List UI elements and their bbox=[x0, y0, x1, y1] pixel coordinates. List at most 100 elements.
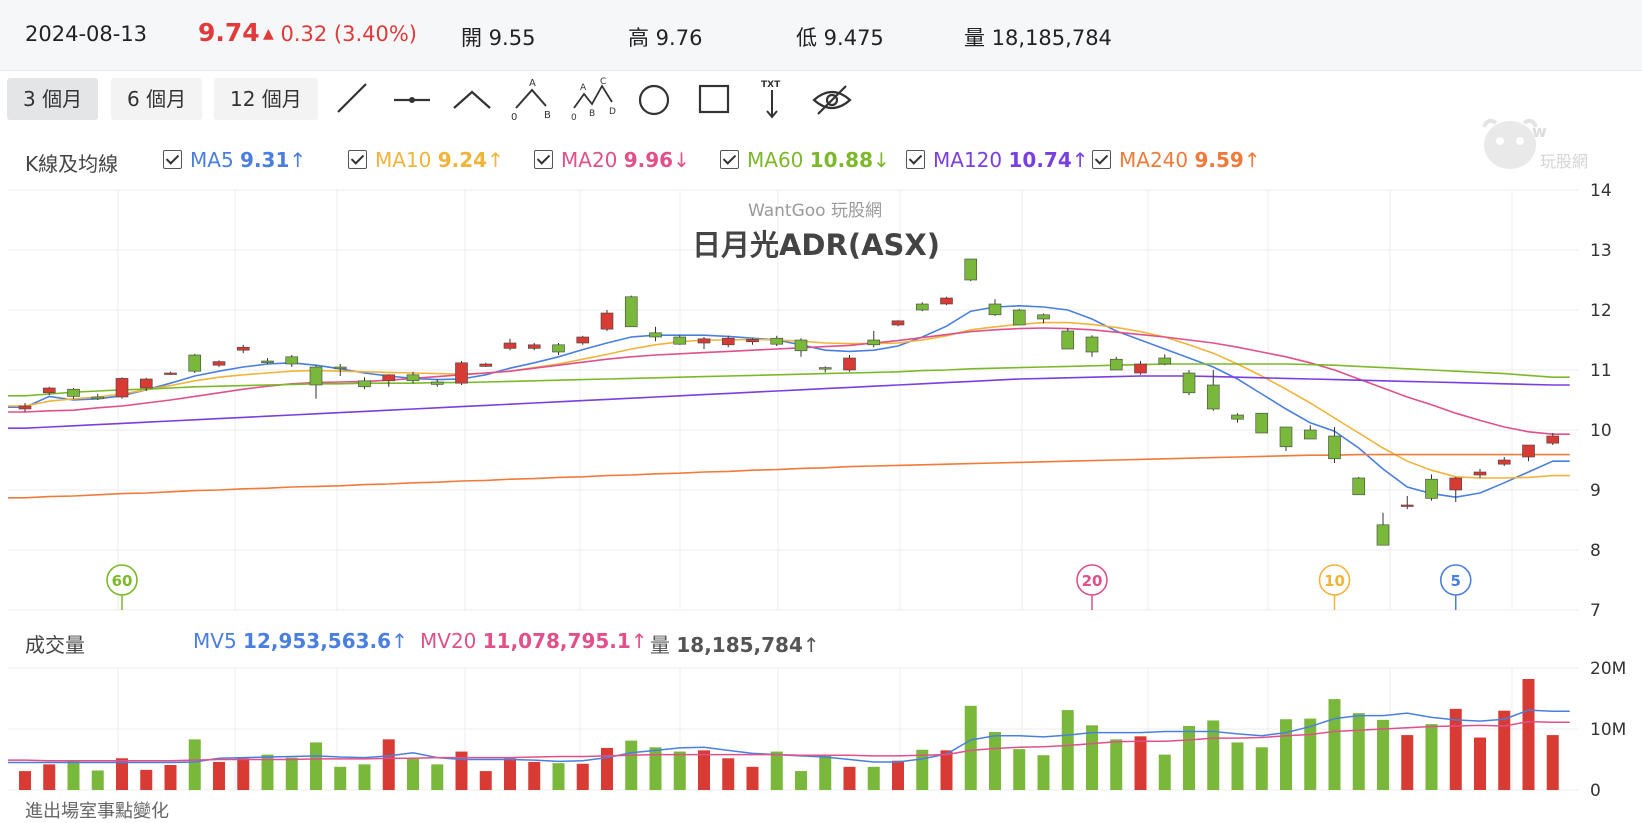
volume-bar bbox=[528, 761, 541, 790]
candle-body bbox=[552, 344, 565, 353]
volume-bar bbox=[722, 758, 735, 790]
volume-bar bbox=[1328, 699, 1341, 790]
volume-bar bbox=[188, 739, 201, 790]
candle-body bbox=[115, 378, 129, 398]
candle bbox=[1061, 328, 1075, 350]
price-tick-label: 8 bbox=[1590, 541, 1601, 561]
candle bbox=[67, 388, 80, 399]
candle-body bbox=[1231, 414, 1244, 420]
price-tick-label: 10 bbox=[1590, 421, 1612, 441]
candle-body bbox=[1449, 477, 1463, 491]
candle-body bbox=[1134, 363, 1147, 374]
mv5-label: MV5 bbox=[193, 629, 237, 653]
candle bbox=[285, 355, 299, 367]
candle bbox=[1449, 476, 1463, 502]
candle-body bbox=[382, 374, 396, 382]
candle bbox=[867, 331, 881, 348]
marker-label: 60 bbox=[112, 572, 133, 590]
volume-legend-title: 成交量 bbox=[25, 633, 85, 657]
volume-bar bbox=[1231, 742, 1244, 790]
candle-body bbox=[164, 372, 177, 375]
volume-bar bbox=[431, 764, 444, 790]
mv5-value: 12,953,563.6 bbox=[243, 629, 392, 653]
volume-bar bbox=[576, 763, 589, 790]
candle bbox=[382, 374, 396, 387]
candle bbox=[552, 343, 565, 355]
volume-bar bbox=[91, 770, 104, 790]
candle bbox=[891, 320, 905, 327]
price-tick-label: 9 bbox=[1590, 481, 1601, 501]
candle bbox=[455, 361, 468, 385]
volume-bar bbox=[819, 755, 832, 790]
candle bbox=[746, 338, 759, 345]
volume-bar bbox=[1255, 747, 1268, 790]
volume-bar bbox=[1401, 735, 1414, 790]
candle bbox=[1522, 444, 1535, 462]
volume-bar bbox=[1474, 737, 1486, 790]
candle bbox=[600, 310, 614, 331]
price-tick-label: 13 bbox=[1590, 241, 1612, 261]
candle-body bbox=[649, 332, 662, 338]
ma-lines bbox=[8, 304, 1570, 499]
candle-body bbox=[1376, 524, 1390, 546]
candle-body bbox=[1061, 330, 1075, 350]
volume-bar bbox=[1183, 725, 1195, 790]
candle-body bbox=[867, 339, 881, 346]
volume-tick-label: 20M bbox=[1590, 659, 1626, 679]
candle bbox=[649, 326, 662, 342]
mv20-legend-item: MV20 11,078,795.1↑ bbox=[420, 629, 648, 653]
volume-legend: 成交量 MV5 12,953,563.6↑ MV20 11,078,795.1↑… bbox=[0, 625, 1642, 659]
volume-bar bbox=[479, 771, 492, 790]
volume-bar bbox=[382, 739, 395, 790]
marker-label: 5 bbox=[1451, 572, 1461, 590]
chart-title: 日月光ADR(ASX) bbox=[691, 228, 941, 262]
candle-body bbox=[1328, 435, 1341, 460]
volume-bar bbox=[1013, 749, 1026, 790]
candle-body bbox=[455, 362, 468, 384]
candle bbox=[1400, 496, 1414, 510]
volume-bar bbox=[504, 758, 516, 790]
candle-body bbox=[1352, 477, 1366, 496]
candle-body bbox=[794, 339, 808, 352]
candle-body bbox=[843, 357, 856, 371]
candle-body bbox=[770, 337, 784, 345]
volume-bar bbox=[552, 763, 565, 790]
volume-bar bbox=[940, 750, 953, 790]
candle-body bbox=[1012, 309, 1026, 326]
candle bbox=[1109, 356, 1123, 371]
candle-body bbox=[358, 380, 371, 388]
candle-body bbox=[212, 361, 226, 366]
mv20-label: MV20 bbox=[420, 629, 477, 653]
candle bbox=[1085, 335, 1099, 357]
volume-bar bbox=[964, 705, 977, 790]
volume-bar bbox=[1110, 739, 1123, 790]
volume-bar bbox=[770, 751, 783, 790]
marker-label: 10 bbox=[1324, 572, 1345, 590]
candle bbox=[1182, 370, 1196, 396]
mv5-trend: ↑ bbox=[391, 629, 408, 653]
volume-bar bbox=[892, 760, 904, 790]
candle-body bbox=[1037, 314, 1050, 320]
candle-body bbox=[891, 320, 905, 326]
candle-body bbox=[600, 312, 614, 330]
volume-bar bbox=[1086, 725, 1098, 790]
candle bbox=[1037, 313, 1050, 324]
vol-value: 18,185,784 bbox=[676, 633, 803, 657]
mv5-legend-item: MV5 12,953,563.6↑ bbox=[193, 629, 408, 653]
candle bbox=[576, 335, 590, 345]
candle bbox=[503, 338, 517, 351]
volume-bar bbox=[1134, 736, 1147, 790]
volume-bar bbox=[1158, 754, 1171, 790]
candle bbox=[164, 371, 177, 375]
candle-body bbox=[673, 336, 687, 345]
ma-marker: 5 bbox=[1439, 564, 1472, 610]
volume-bar bbox=[285, 757, 298, 790]
candle bbox=[527, 343, 541, 351]
candle-body bbox=[18, 405, 32, 410]
volume-bar bbox=[140, 769, 153, 790]
price-volume-chart: 60 20 10 5 14 13 12 11 10 9 8 7 20M 10M 0 bbox=[8, 181, 1626, 801]
candle-body bbox=[1473, 471, 1487, 476]
volume-bar bbox=[1498, 710, 1511, 790]
candle-body bbox=[139, 378, 153, 389]
volume-bar bbox=[19, 771, 31, 790]
